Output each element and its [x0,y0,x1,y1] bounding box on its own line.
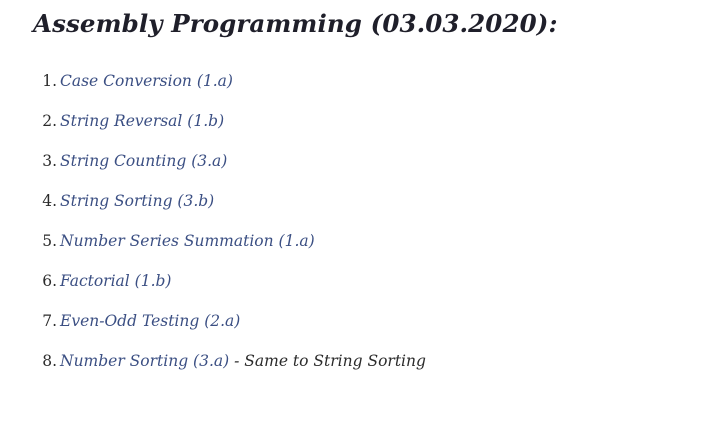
list-item-number: 1. [42,72,57,90]
link-string-counting[interactable]: String Counting (3.a) [60,152,227,170]
list-item-note: - Same to String Sorting [229,352,426,370]
list-item-content: Case Conversion (1.a) [60,70,233,92]
page-title: Assembly Programming (03.03.2020): [33,9,558,38]
list-item-number: 4. [42,192,57,210]
list-item-number: 8. [42,352,57,370]
link-string-reversal[interactable]: String Reversal (1.b) [60,112,224,130]
link-even-odd-testing[interactable]: Even-Odd Testing (2.a) [60,312,240,330]
list-item-content: String Sorting (3.b) [60,190,214,212]
list-item-number: 5. [42,232,57,250]
list-item-content: String Reversal (1.b) [60,110,224,132]
link-number-series-summation[interactable]: Number Series Summation (1.a) [60,232,315,250]
list-item-number: 6. [42,272,57,290]
list-item-number: 2. [42,112,57,130]
link-string-sorting[interactable]: String Sorting (3.b) [60,192,214,210]
list-item-content: Factorial (1.b) [60,270,171,292]
link-case-conversion[interactable]: Case Conversion (1.a) [60,72,233,90]
list-item-content: Number Sorting (3.a) - Same to String So… [60,350,426,372]
link-number-sorting[interactable]: Number Sorting (3.a) [60,352,229,370]
list-item-content: Number Series Summation (1.a) [60,230,315,252]
list-item-number: 3. [42,152,57,170]
list-item-content: Even-Odd Testing (2.a) [60,310,240,332]
link-factorial[interactable]: Factorial (1.b) [60,272,171,290]
list-item-content: String Counting (3.a) [60,150,227,172]
list-item-number: 7. [42,312,57,330]
page: Assembly Programming (03.03.2020): 1. Ca… [0,0,710,422]
